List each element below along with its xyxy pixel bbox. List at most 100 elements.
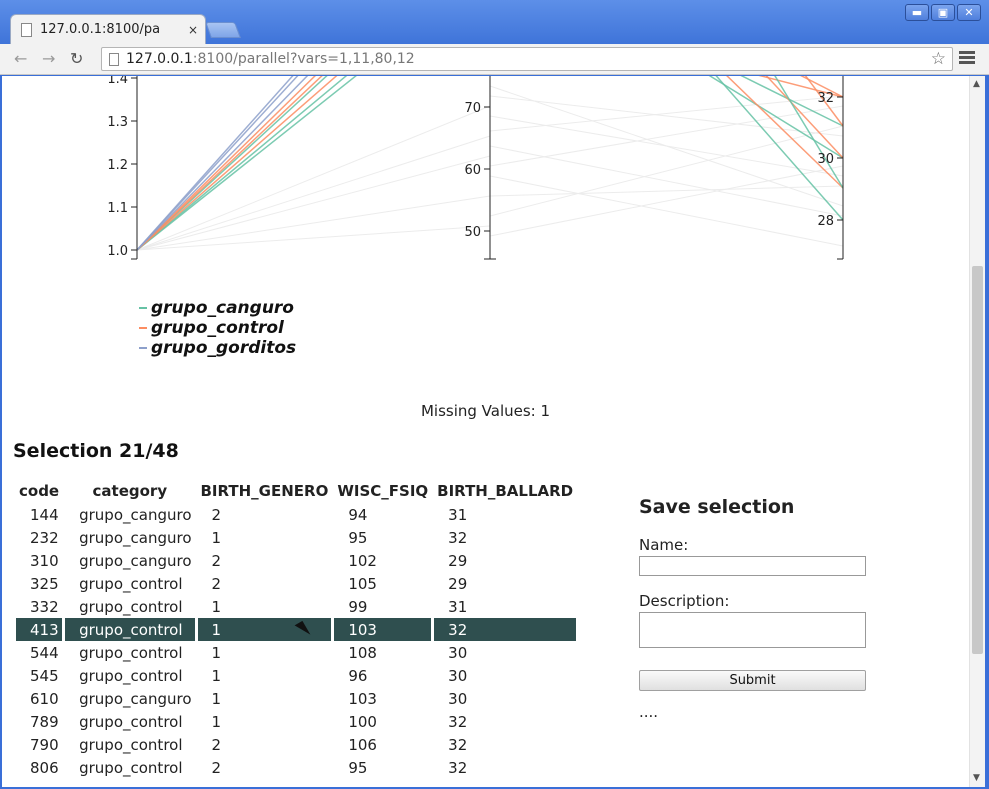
table-cell: 545 <box>30 666 59 685</box>
maximize-icon[interactable]: ▣ <box>931 4 955 21</box>
axis[interactable]: 70 60 50 <box>464 76 496 260</box>
tick-label: 70 <box>464 101 481 116</box>
column-header[interactable]: BIRTH_GENERO <box>198 479 332 503</box>
page-viewport: 1.4 1.3 1.2 1.1 1.0 70 60 50 32 30 28 grupo_cangur… <box>2 76 969 787</box>
table-cell: 103 <box>334 618 432 641</box>
table-cell: grupo_canguro <box>79 689 192 708</box>
series-line <box>136 76 348 251</box>
legend-label: grupo_canguro <box>151 298 294 318</box>
table-cell: 1 <box>211 689 222 708</box>
background-line <box>489 85 844 207</box>
table-row[interactable]: 545 grupo_control 1 96 30 <box>16 664 576 687</box>
table-cell: grupo_control <box>79 712 183 731</box>
table-cell: 99 <box>348 597 368 616</box>
menu-icon[interactable] <box>959 51 975 66</box>
table-cell: 108 <box>348 643 377 662</box>
table-cell: grupo_control <box>79 758 183 777</box>
series-line <box>765 76 844 159</box>
table-row[interactable]: 332 grupo_control 1 99 31 <box>16 595 576 618</box>
save-title: Save selection <box>639 496 795 518</box>
tick-label: 28 <box>817 214 834 229</box>
table-cell: 1 <box>211 528 222 547</box>
series-line <box>136 76 338 251</box>
table-cell: 32 <box>448 758 468 777</box>
legend-label: grupo_control <box>151 318 284 338</box>
table-cell: 29 <box>448 551 468 570</box>
tick-label: 1.3 <box>107 115 128 130</box>
tab-close-icon[interactable]: × <box>188 23 198 37</box>
table-row[interactable]: 310 grupo_canguro 2 102 29 <box>16 549 576 572</box>
selection-title: Selection 21/48 <box>13 440 179 462</box>
table-cell: 790 <box>30 735 59 754</box>
table-row[interactable]: 144 grupo_canguro 2 94 31 <box>16 503 576 526</box>
table-row[interactable]: 544 grupo_control 1 108 30 <box>16 641 576 664</box>
column-header[interactable]: WISC_FSIQ <box>334 479 431 503</box>
table-cell: 2 <box>211 551 222 570</box>
tick-label: 1.0 <box>107 244 128 259</box>
column-header[interactable]: code <box>16 479 62 503</box>
name-input[interactable] <box>639 556 866 576</box>
table-cell: 32 <box>448 735 468 754</box>
description-input[interactable] <box>639 612 866 648</box>
legend-swatch <box>139 327 147 329</box>
series-line <box>708 76 844 159</box>
page-icon <box>109 53 119 66</box>
legend-swatch <box>139 347 147 349</box>
table-cell: grupo_control <box>79 643 183 662</box>
table-cell: 29 <box>448 574 468 593</box>
save-selection-form: Save selection Name: Description: Submit… <box>639 496 879 721</box>
table-cell: 30 <box>448 689 468 708</box>
table-row[interactable]: 790 grupo_control 2 106 32 <box>16 733 576 756</box>
table-row[interactable]: 232 grupo_canguro 1 95 32 <box>16 526 576 549</box>
table-cell: 1 <box>211 712 222 731</box>
scrollbar-thumb[interactable] <box>972 266 983 654</box>
table-cell: 32 <box>448 528 468 547</box>
column-header[interactable]: category <box>65 479 194 503</box>
table-cell: 2 <box>211 574 222 593</box>
table-cell: 310 <box>30 551 59 570</box>
table-header: code category BIRTH_GENERO WISC_FSIQ BIRTH_B… <box>16 479 576 503</box>
table-cell: 31 <box>448 597 468 616</box>
reload-icon[interactable]: ↻ <box>70 49 83 68</box>
table-cell: 95 <box>348 758 368 777</box>
table-cell: 2 <box>211 505 222 524</box>
browser-tab[interactable]: 127.0.0.1:8100/pa × <box>10 14 206 44</box>
legend-label: grupo_gorditos <box>151 338 297 358</box>
tick-label: 32 <box>817 91 834 106</box>
table-cell: grupo_control <box>65 618 195 641</box>
table-cell: grupo_control <box>79 735 183 754</box>
tick-label: 60 <box>464 163 481 178</box>
description-label: Description: <box>639 592 730 610</box>
submit-button[interactable]: Submit <box>639 670 866 691</box>
axis[interactable]: 1.4 1.3 1.2 1.1 1.0 <box>107 76 138 260</box>
back-icon[interactable]: ← <box>14 49 27 68</box>
new-tab-button[interactable] <box>205 22 241 38</box>
table-row[interactable]: 325 grupo_control 2 105 29 <box>16 572 576 595</box>
address-bar[interactable]: 127.0.0.1:8100/parallel?vars=1,11,80,12 … <box>101 47 953 71</box>
scroll-up-icon[interactable]: ▲ <box>973 79 980 89</box>
forward-icon[interactable]: → <box>42 49 55 68</box>
table-cell: 31 <box>448 505 468 524</box>
bookmark-star-icon[interactable]: ☆ <box>931 48 946 70</box>
vertical-scrollbar[interactable]: ▲ ▼ <box>969 76 985 787</box>
background-line <box>136 225 491 251</box>
tick-label: 1.2 <box>107 158 128 173</box>
table-row[interactable]: 610 grupo_canguro 1 103 30 <box>16 687 576 710</box>
column-header[interactable]: BIRTH_BALLARD <box>434 479 576 503</box>
table-cell: 103 <box>348 689 377 708</box>
table-row[interactable]: 806 grupo_control 2 95 32 <box>16 756 576 779</box>
table-cell: 544 <box>30 643 59 662</box>
close-window-icon[interactable]: ✕ <box>957 4 981 21</box>
table-cell: 806 <box>30 758 59 777</box>
url-path: :8100/parallel?vars=1,11,80,12 <box>192 51 415 67</box>
table-cell: 102 <box>348 551 377 570</box>
table-row[interactable]: 789 grupo_control 1 100 32 <box>16 710 576 733</box>
table-cell: 100 <box>348 712 377 731</box>
table-cell: 144 <box>30 505 59 524</box>
minimize-icon[interactable]: ▬ <box>905 4 929 21</box>
table-cell: 325 <box>30 574 59 593</box>
table-cell: 1 <box>211 643 222 662</box>
scroll-down-icon[interactable]: ▼ <box>973 773 980 783</box>
legend-item: grupo_control <box>139 318 296 338</box>
table-cell: grupo_control <box>79 666 183 685</box>
